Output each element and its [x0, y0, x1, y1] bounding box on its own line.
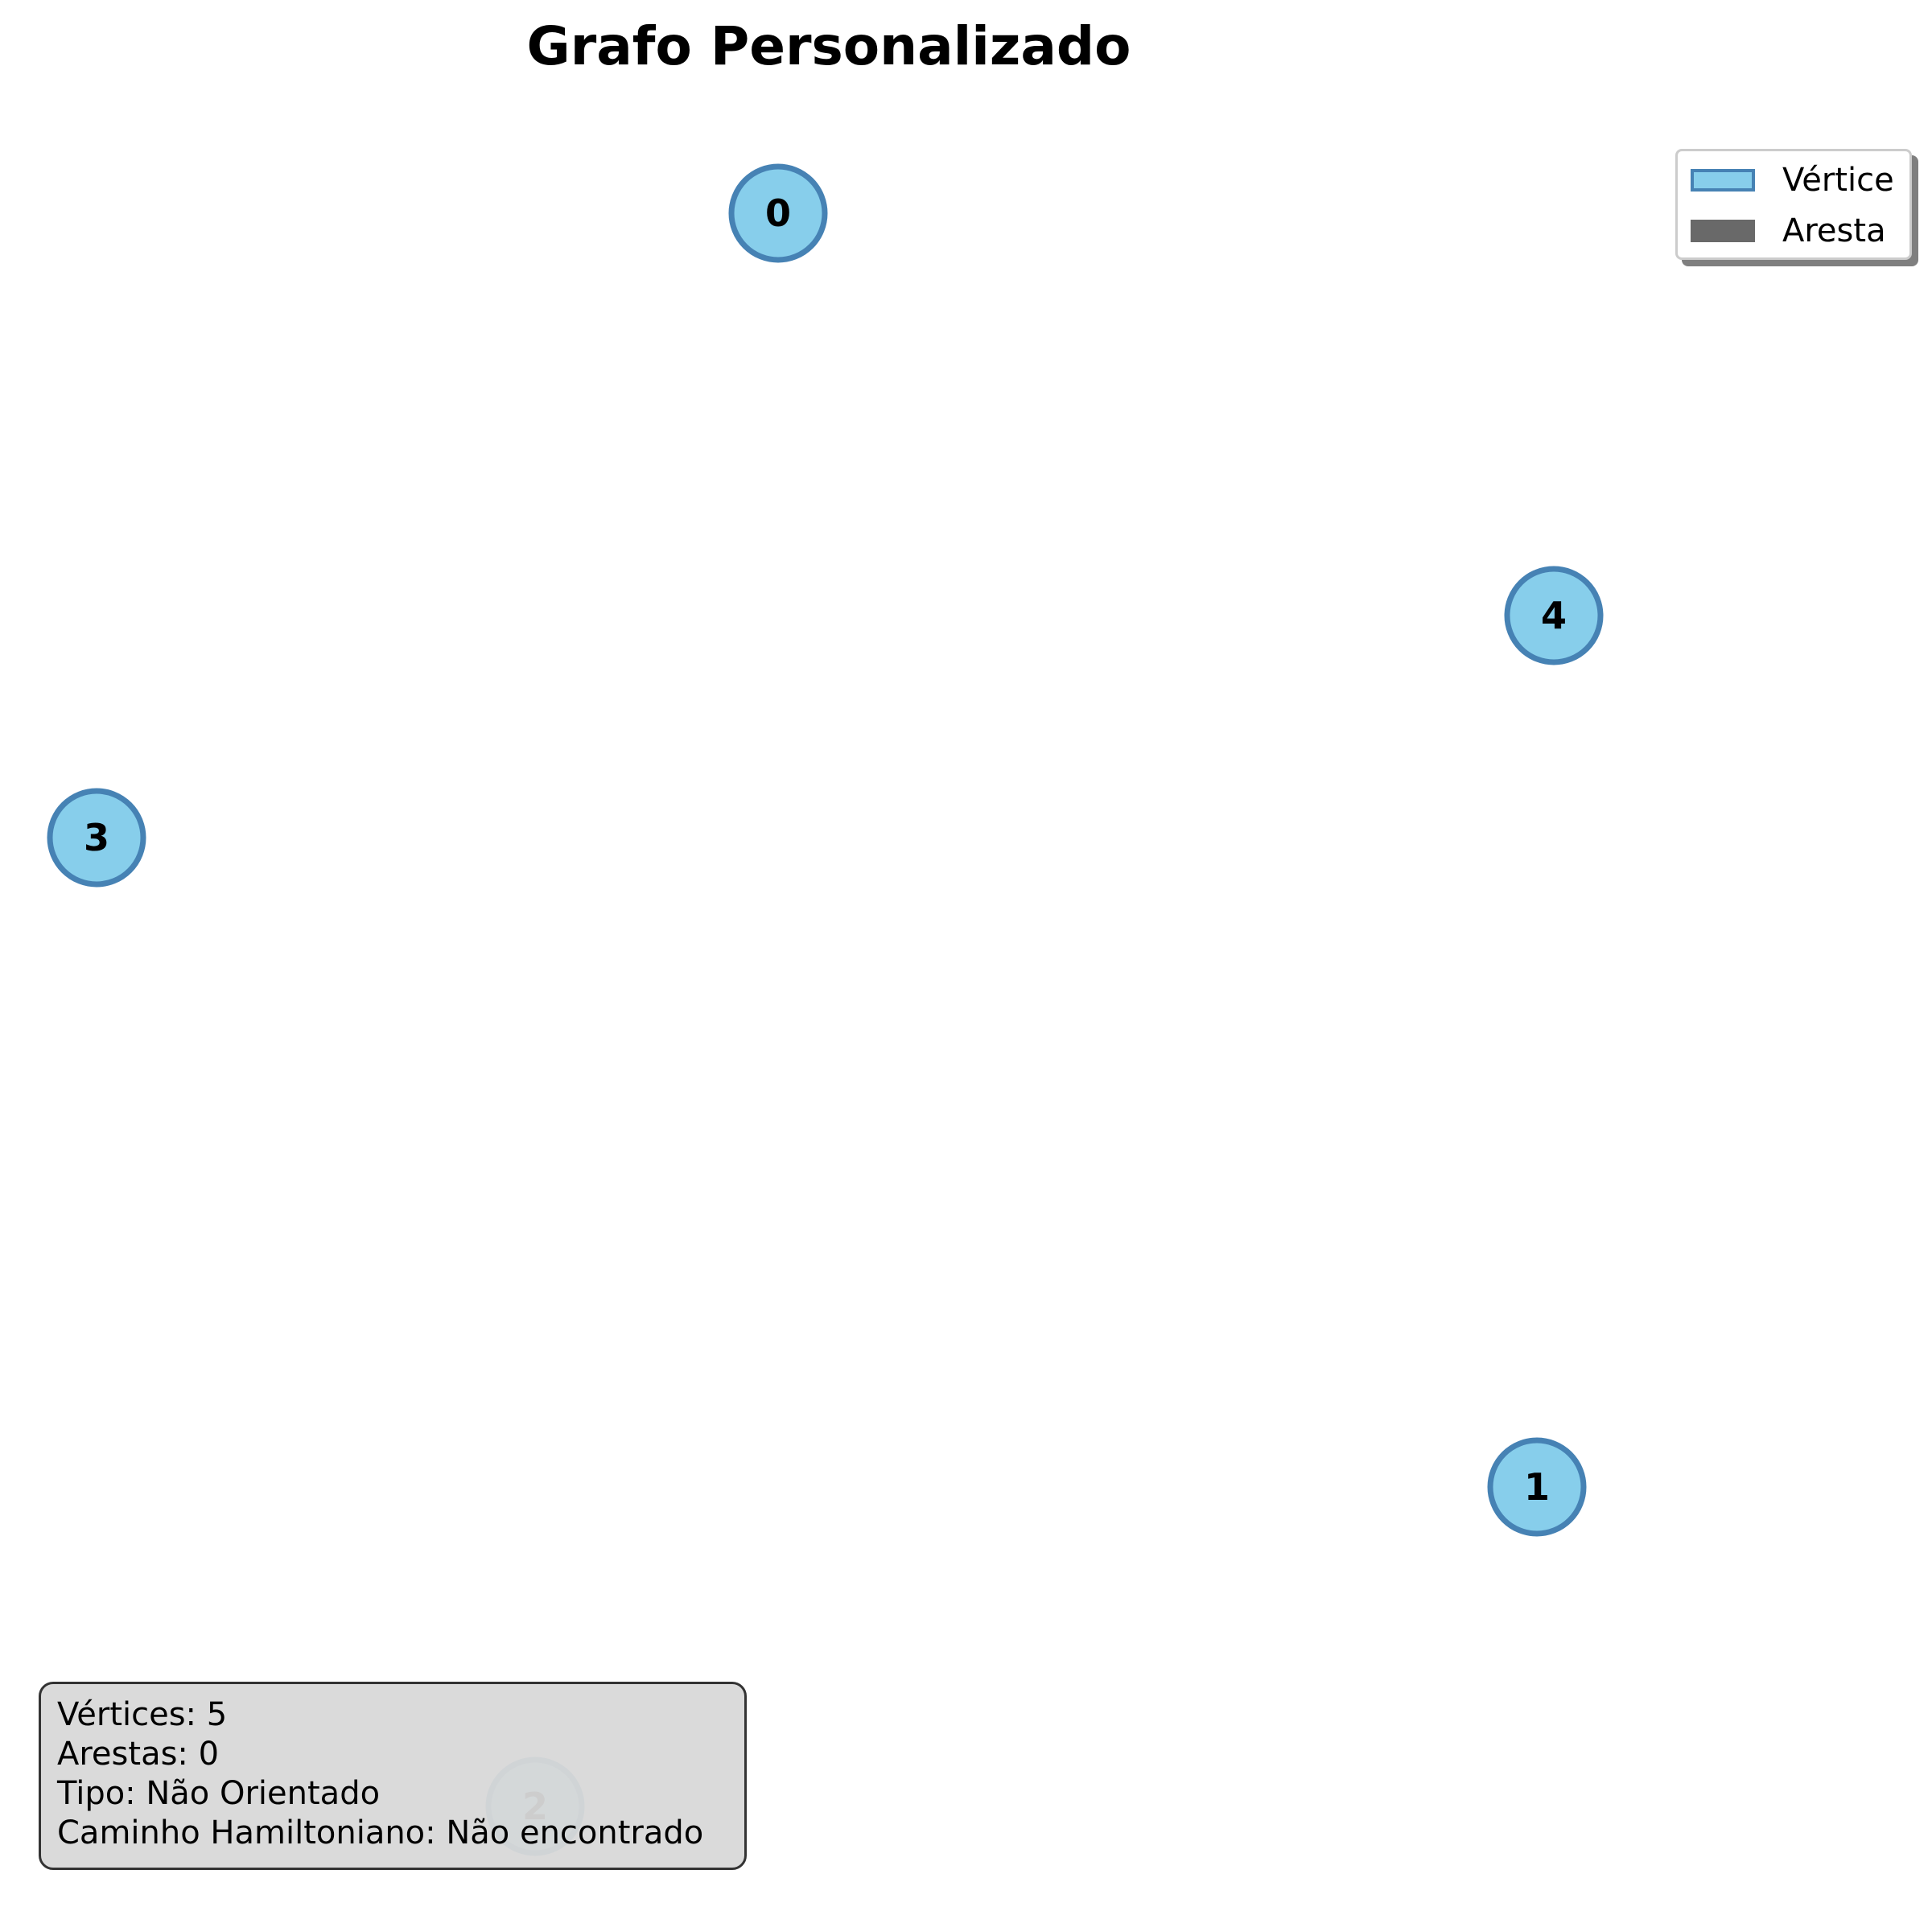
- vertices-layer: 01234: [47, 163, 1604, 1856]
- graph-canvas: 01234 Grafo Personalizado Vértice Aresta…: [0, 0, 1932, 1907]
- info-vertex-count: Vértices: 5: [57, 1696, 228, 1733]
- legend-item-edge: Aresta: [1691, 211, 1886, 251]
- vertex-4: 4: [1504, 566, 1604, 665]
- info-hamiltonian-path: Caminho Hamiltoniano: Não encontrado: [57, 1814, 704, 1851]
- vertex-3: 3: [47, 788, 146, 888]
- legend-vertex-swatch: [1691, 169, 1755, 192]
- graph-info-box: Vértices: 5 Arestas: 0 Tipo: Não Orienta…: [39, 1682, 747, 1870]
- vertex-1: 1: [1487, 1437, 1587, 1537]
- legend: Vértice Aresta: [1675, 149, 1912, 260]
- graph-drawing: 01234: [47, 163, 1604, 1856]
- vertex-0: 0: [728, 163, 828, 263]
- legend-item-vertex: Vértice: [1691, 160, 1894, 200]
- vertex-label: 1: [1524, 1465, 1550, 1509]
- vertex-label: 3: [84, 816, 109, 859]
- info-graph-type: Tipo: Não Orientado: [57, 1775, 381, 1812]
- vertex-label: 4: [1541, 594, 1567, 637]
- legend-vertex-label: Vértice: [1782, 162, 1894, 199]
- graph-title: Grafo Personalizado: [526, 15, 1131, 77]
- vertex-label: 0: [765, 192, 791, 235]
- legend-edge-swatch: [1691, 220, 1755, 242]
- info-edge-count: Arestas: 0: [57, 1736, 220, 1773]
- legend-edge-label: Aresta: [1782, 212, 1886, 249]
